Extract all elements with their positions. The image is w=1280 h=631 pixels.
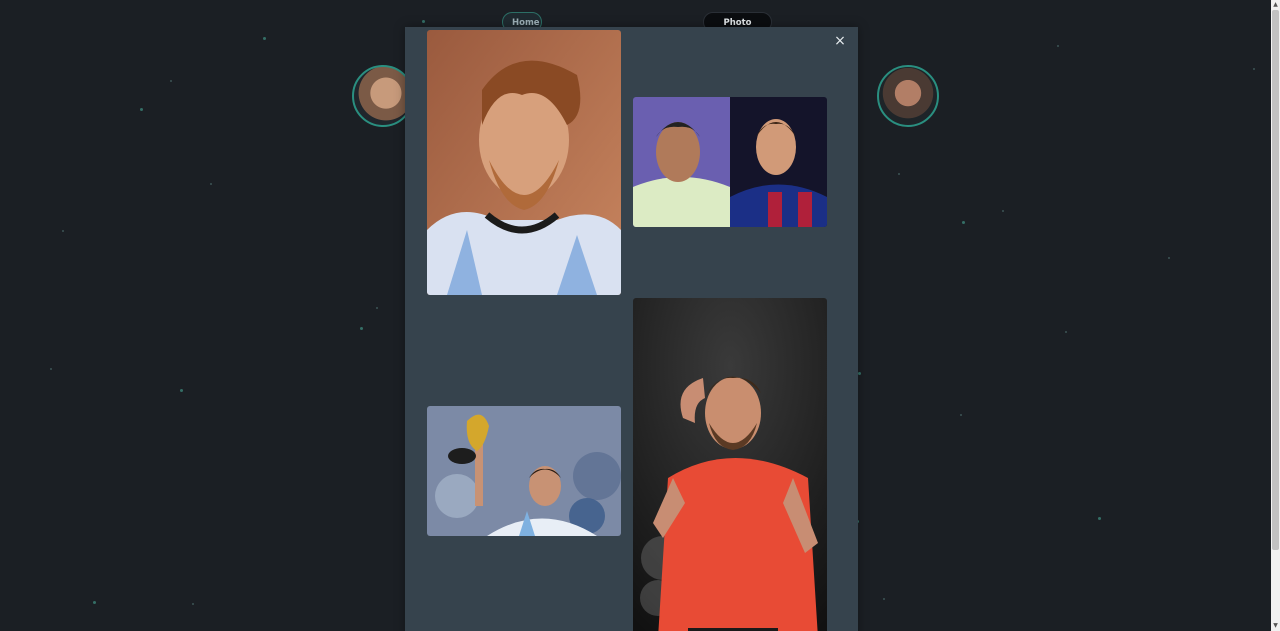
star bbox=[360, 327, 363, 330]
star bbox=[376, 307, 378, 309]
star bbox=[858, 372, 861, 375]
star bbox=[62, 230, 64, 232]
star bbox=[210, 183, 212, 185]
star bbox=[263, 37, 266, 40]
gallery-photo-2[interactable] bbox=[633, 97, 827, 227]
photo-gallery-modal: × bbox=[405, 27, 858, 631]
star bbox=[1098, 517, 1101, 520]
close-icon[interactable]: × bbox=[832, 33, 848, 49]
star bbox=[422, 20, 425, 23]
star bbox=[50, 368, 52, 370]
scroll-up-icon[interactable]: ▲ bbox=[1271, 0, 1280, 10]
avatar-right[interactable] bbox=[877, 65, 939, 127]
star bbox=[140, 108, 143, 111]
star bbox=[1002, 210, 1004, 212]
star bbox=[1168, 257, 1170, 259]
star bbox=[180, 389, 183, 392]
star bbox=[1057, 45, 1059, 47]
page-scrollbar[interactable]: ▲ ▼ bbox=[1271, 0, 1280, 631]
star bbox=[1253, 68, 1255, 70]
star bbox=[883, 598, 885, 600]
page: Home Photo Gallary × bbox=[0, 0, 1280, 631]
gallery-photo-4[interactable] bbox=[633, 298, 827, 631]
star bbox=[898, 173, 900, 175]
photo-image bbox=[427, 30, 621, 295]
star bbox=[1065, 331, 1067, 333]
star bbox=[192, 603, 194, 605]
photo-image bbox=[427, 406, 621, 536]
photo-image bbox=[633, 298, 827, 631]
star bbox=[960, 414, 962, 416]
photo-image bbox=[633, 97, 827, 227]
gallery-photo-1[interactable] bbox=[427, 30, 621, 295]
gallery-photo-3[interactable] bbox=[427, 406, 621, 536]
star bbox=[170, 80, 172, 82]
star bbox=[962, 221, 965, 224]
scroll-down-icon[interactable]: ▼ bbox=[1271, 621, 1280, 631]
star bbox=[93, 601, 96, 604]
scroll-thumb[interactable] bbox=[1272, 10, 1279, 550]
